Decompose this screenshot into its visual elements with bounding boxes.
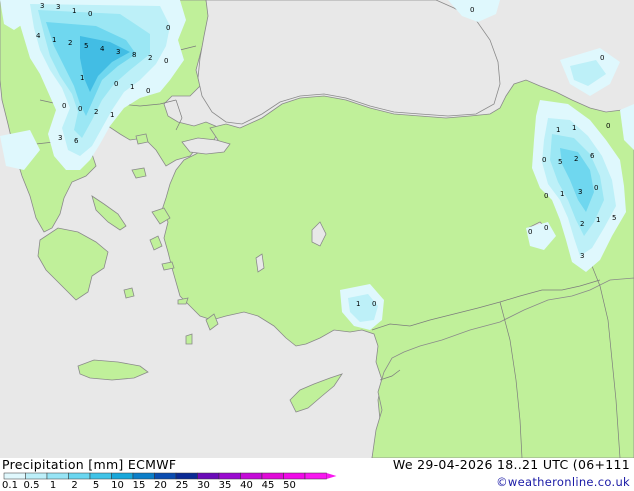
map-canvas: 3 3 1 0 4 1 2 5 4 3 8 2 0 1 0 1 0 0 0 2 …: [0, 0, 634, 458]
precip-label: 6: [74, 137, 79, 145]
precip-label: 0: [600, 54, 604, 62]
legend-swatch: [25, 472, 48, 480]
precip-label: 2: [68, 39, 72, 47]
precip-label: 0: [88, 10, 92, 18]
precip-label: 3: [578, 188, 582, 196]
map-title: Precipitation [mm] ECMWF: [2, 457, 177, 472]
precip-label: 0: [372, 300, 376, 308]
valid-time: We 29-04-2026 18..21 UTC (06+111: [392, 457, 630, 472]
precip-label: 3: [580, 252, 584, 260]
precip-label: 2: [94, 108, 98, 116]
legend-swatch: [175, 472, 198, 480]
legend-swatch: [197, 472, 220, 480]
precip-label: 1: [560, 190, 564, 198]
precip-label: 0: [114, 80, 118, 88]
precipitation-map: 3 3 1 0 4 1 2 5 4 3 8 2 0 1 0 1 0 0 0 2 …: [0, 0, 634, 458]
precip-label: 5: [84, 42, 88, 50]
legend-swatch: [218, 472, 241, 480]
precip-label: 1: [130, 83, 134, 91]
precip-label: 3: [40, 2, 44, 10]
precip-label: 2: [580, 220, 584, 228]
legend-swatch: [3, 472, 26, 480]
precip-label: 1: [52, 36, 56, 44]
karpathos-island: [185, 333, 193, 345]
precip-label: 0: [62, 102, 66, 110]
legend-swatches: [3, 472, 337, 480]
legend-swatch: [132, 472, 155, 480]
legend-swatch: [89, 472, 112, 480]
precip-label: 3: [116, 48, 120, 56]
legend-swatch: [154, 472, 177, 480]
precip-label: 0: [78, 105, 82, 113]
legend-swatch: [304, 472, 327, 480]
legend-swatch: [283, 472, 306, 480]
precip-label: 8: [132, 51, 136, 59]
precip-label: 1: [572, 124, 576, 132]
precip-label: 0: [544, 224, 548, 232]
legend-swatch: [111, 472, 134, 480]
precip-label: 0: [146, 87, 150, 95]
precip-label: 1: [356, 300, 360, 308]
precip-label: 0: [164, 57, 168, 65]
legend-swatch: [46, 472, 69, 480]
legend-swatch: [68, 472, 91, 480]
precip-label: 5: [612, 214, 616, 222]
precip-label: 1: [596, 216, 600, 224]
precip-label: 3: [56, 3, 60, 11]
precip-label: 1: [110, 111, 114, 119]
precip-label: 0: [528, 228, 532, 236]
precip-label: 6: [590, 152, 595, 160]
precip-label: 0: [544, 192, 548, 200]
precip-label: 0: [594, 184, 598, 192]
thasos-island: [135, 133, 149, 145]
precip-label: 2: [148, 54, 152, 62]
precip-label: 0: [542, 156, 546, 164]
precip-label: 1: [72, 7, 76, 15]
legend-swatch: [261, 472, 284, 480]
precip-label: 0: [166, 24, 170, 32]
precip-label: 2: [574, 155, 578, 163]
precip-label: 0: [470, 6, 474, 14]
precip-label: 4: [100, 45, 105, 53]
precip-label: 1: [556, 126, 560, 134]
precip-label: 3: [58, 134, 62, 142]
precip-label: 1: [80, 74, 84, 82]
credit-link[interactable]: ©weatheronline.co.uk: [496, 475, 630, 489]
legend-swatch: [240, 472, 263, 480]
precip-label: 5: [558, 158, 562, 166]
precip-label: 0: [606, 122, 610, 130]
naxos-island: [123, 287, 135, 299]
legend-arrow: [326, 473, 337, 479]
precip-label: 4: [36, 32, 41, 40]
